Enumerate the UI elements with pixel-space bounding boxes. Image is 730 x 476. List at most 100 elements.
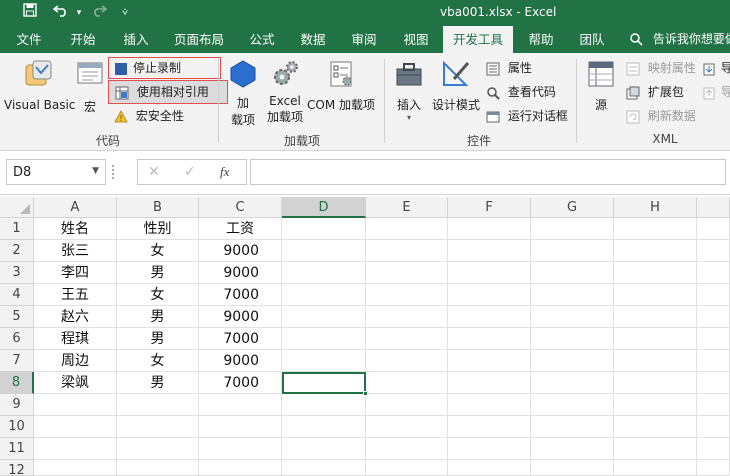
cell[interactable] [448,218,531,240]
tab-data[interactable]: 数据 [290,26,336,53]
cell[interactable]: 李四 [34,262,117,284]
cell[interactable]: 姓名 [34,218,117,240]
row-header[interactable]: 6 [0,328,34,350]
com-add-ins-button[interactable]: COM 加载项 [306,59,376,113]
cell[interactable] [199,394,282,416]
cell[interactable]: 男 [117,306,199,328]
tab-developer[interactable]: 开发工具 [443,26,513,53]
cell[interactable]: 张三 [34,240,117,262]
design-mode-button[interactable]: 设计模式 [430,59,482,113]
tab-team[interactable]: 团队 [570,26,614,53]
column-header[interactable]: E [366,197,448,218]
stop-recording-button[interactable]: 停止录制 [108,57,221,79]
macros-button[interactable]: 宏 [74,59,106,115]
cell[interactable] [614,416,697,438]
cell[interactable]: 程琪 [34,328,117,350]
cell[interactable] [531,262,614,284]
row-header[interactable]: 1 [0,218,34,240]
cell[interactable] [531,328,614,350]
cell[interactable]: 性别 [117,218,199,240]
undo-dropdown-icon[interactable]: ▾ [74,3,84,23]
cell[interactable] [282,328,366,350]
cell[interactable] [366,262,448,284]
cell[interactable] [282,416,366,438]
cell[interactable] [697,394,730,416]
cell[interactable] [614,394,697,416]
cell[interactable] [366,416,448,438]
cell[interactable]: 9000 [199,262,282,284]
column-header[interactable]: H [614,197,697,218]
cell[interactable] [366,372,448,394]
insert-function-icon[interactable]: fx [220,164,229,180]
cell[interactable] [614,284,697,306]
cell[interactable]: 男 [117,262,199,284]
cell[interactable] [448,262,531,284]
properties-button[interactable]: 属性 [486,59,532,76]
cell[interactable] [614,372,697,394]
row-header[interactable]: 4 [0,284,34,306]
cell[interactable]: 7000 [199,372,282,394]
cell[interactable]: 周边 [34,350,117,372]
cell[interactable] [117,460,199,476]
row-header[interactable]: 7 [0,350,34,372]
cell[interactable] [448,372,531,394]
import-button[interactable]: 导 [703,59,730,76]
cell[interactable] [697,218,730,240]
tab-help[interactable]: 帮助 [519,26,563,53]
cell[interactable] [448,460,531,476]
cell[interactable] [366,328,448,350]
cell[interactable] [282,350,366,372]
cell[interactable] [34,416,117,438]
cell[interactable] [366,460,448,476]
row-header[interactable]: 5 [0,306,34,328]
row-header[interactable]: 3 [0,262,34,284]
cell[interactable] [282,394,366,416]
cell[interactable] [697,240,730,262]
cell[interactable] [117,438,199,460]
row-header[interactable]: 12 [0,460,34,476]
row-header[interactable]: 9 [0,394,34,416]
cell[interactable] [282,306,366,328]
cell[interactable] [199,438,282,460]
cell[interactable] [531,284,614,306]
tab-view[interactable]: 视图 [394,26,438,53]
column-header[interactable] [697,197,730,218]
use-relative-references-button[interactable]: 使用相对引用 [108,80,228,104]
cell[interactable] [531,416,614,438]
cell[interactable] [282,438,366,460]
cell[interactable]: 女 [117,350,199,372]
cell[interactable] [448,416,531,438]
cell[interactable] [199,416,282,438]
cell[interactable] [697,460,730,476]
cell[interactable] [531,240,614,262]
cell[interactable]: 男 [117,372,199,394]
cell[interactable] [697,350,730,372]
tab-file[interactable]: 文件 [6,26,52,53]
cell[interactable] [614,240,697,262]
row-header-selected[interactable]: 8 [0,372,34,394]
cell[interactable] [34,394,117,416]
column-header[interactable]: F [448,197,531,218]
cell[interactable]: 9000 [199,350,282,372]
cell[interactable] [697,416,730,438]
tell-me-search[interactable]: 告诉我你想要做 [630,26,730,53]
cell[interactable] [366,394,448,416]
row-header[interactable]: 2 [0,240,34,262]
cell[interactable]: 9000 [199,306,282,328]
cell[interactable] [448,394,531,416]
fill-handle[interactable] [363,391,368,396]
cell[interactable] [282,460,366,476]
tab-formulas[interactable]: 公式 [240,26,284,53]
column-header[interactable]: B [117,197,199,218]
column-header[interactable]: C [199,197,282,218]
expansion-packs-button[interactable]: 扩展包 [626,83,684,100]
tab-insert[interactable]: 插入 [111,26,161,53]
cell[interactable] [199,460,282,476]
row-header[interactable]: 11 [0,438,34,460]
row-header[interactable]: 10 [0,416,34,438]
cell[interactable]: 男 [117,328,199,350]
cell[interactable]: 7000 [199,284,282,306]
cell[interactable] [34,460,117,476]
cell[interactable]: 王五 [34,284,117,306]
cell[interactable] [282,240,366,262]
